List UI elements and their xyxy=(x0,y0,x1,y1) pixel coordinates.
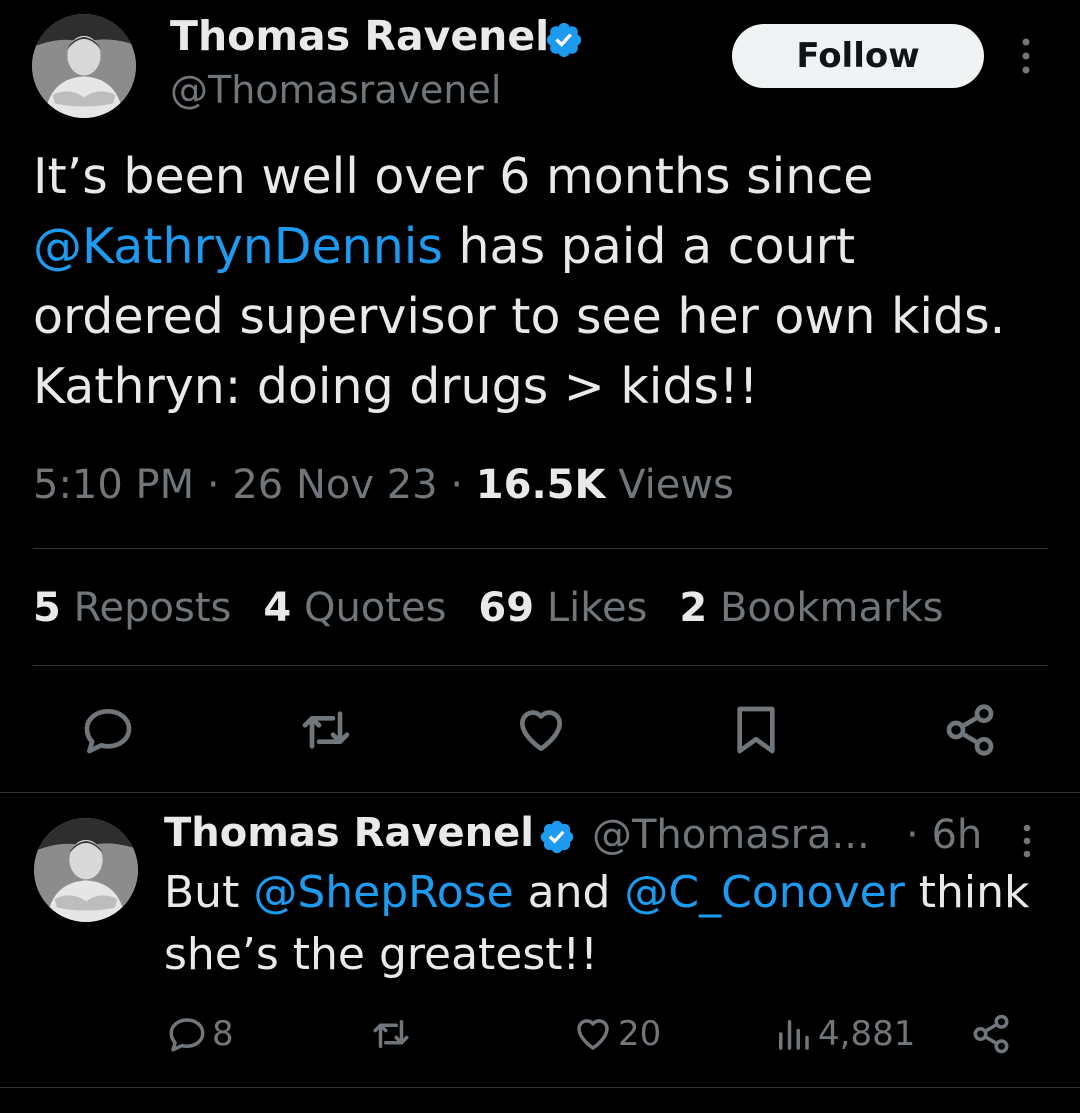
views-icon xyxy=(779,1020,809,1050)
likes-label: Likes xyxy=(546,585,648,631)
reply-views-button[interactable]: 4,881 xyxy=(772,1012,915,1056)
reposts-count: 5 xyxy=(33,585,61,631)
reply-author-avatar[interactable] xyxy=(34,818,138,922)
bookmark-icon[interactable] xyxy=(728,702,784,758)
verified-badge-icon xyxy=(544,20,584,60)
divider xyxy=(33,548,1048,549)
bookmarks-stat[interactable]: 2 Bookmarks xyxy=(679,585,943,631)
reply-count: 8 xyxy=(212,1014,234,1054)
reposts-stat[interactable]: 5 Reposts xyxy=(33,585,231,631)
author-handle[interactable]: @Thomasravenel xyxy=(170,68,501,112)
likes-count: 69 xyxy=(478,585,535,631)
more-options-icon[interactable] xyxy=(1016,822,1038,860)
like-icon xyxy=(577,1019,609,1050)
views-count: 16.5K xyxy=(475,462,606,508)
follow-button[interactable]: Follow xyxy=(732,24,984,88)
share-icon xyxy=(973,1014,1009,1054)
tweet-meta: 5:10 PM · 26 Nov 23 · 16.5K Views xyxy=(33,462,734,508)
bookmarks-label: Bookmarks xyxy=(719,585,944,631)
mention-link[interactable]: @C_Conover xyxy=(624,867,904,918)
reply-text: But @ShepRose and @C_Conover think she’s… xyxy=(164,862,1044,986)
repost-icon[interactable] xyxy=(298,702,354,758)
reposts-label: Reposts xyxy=(73,585,232,631)
tweet-date[interactable]: 26 Nov 23 xyxy=(232,462,437,508)
views-label: Views xyxy=(618,462,734,508)
view-count: 4,881 xyxy=(818,1014,916,1054)
reply-time: 6h xyxy=(931,812,983,858)
tweet-text-part: It’s been well over 6 months since xyxy=(33,148,874,205)
mention-link[interactable]: @ShepRose xyxy=(253,867,513,918)
reply-icon[interactable] xyxy=(80,702,136,758)
like-count: 20 xyxy=(618,1014,662,1054)
meta-separator: · xyxy=(206,462,220,508)
meta-separator: · xyxy=(450,462,464,508)
reply-author-handle[interactable]: @Thomasra... xyxy=(592,812,870,858)
repost-icon xyxy=(373,1020,409,1048)
reply-share-button[interactable] xyxy=(970,1012,1012,1056)
reply-repost-button[interactable] xyxy=(370,1012,412,1056)
tweet-text: It’s been well over 6 months since @Kath… xyxy=(33,142,1043,422)
reply-icon xyxy=(169,1018,205,1052)
more-options-icon[interactable] xyxy=(1014,36,1038,76)
quotes-label: Quotes xyxy=(303,585,447,631)
reply-timestamp[interactable]: · 6h xyxy=(906,812,982,858)
quotes-count: 4 xyxy=(263,585,292,631)
time-separator: · xyxy=(906,812,919,858)
reply-text-part: But xyxy=(164,867,254,918)
quotes-stat[interactable]: 4 Quotes xyxy=(263,585,446,631)
reply-reply-button[interactable]: 8 xyxy=(166,1012,234,1056)
divider xyxy=(0,792,1080,793)
divider xyxy=(0,1087,1080,1088)
verified-badge-icon xyxy=(538,818,576,856)
mention-link[interactable]: @KathrynDennis xyxy=(33,218,443,275)
bookmarks-count: 2 xyxy=(679,585,708,631)
like-icon[interactable] xyxy=(513,702,569,758)
likes-stat[interactable]: 69 Likes xyxy=(478,585,647,631)
reply-author-name[interactable]: Thomas Ravenel xyxy=(164,810,534,856)
author-name[interactable]: Thomas Ravenel xyxy=(170,12,549,60)
divider xyxy=(33,665,1048,666)
author-avatar[interactable] xyxy=(32,14,136,118)
reply-like-button[interactable]: 20 xyxy=(572,1012,661,1056)
tweet-time[interactable]: 5:10 PM xyxy=(33,462,194,508)
share-icon[interactable] xyxy=(942,702,998,758)
reply-text-part: and xyxy=(513,867,625,918)
engagement-stats: 5 Reposts 4 Quotes 69 Likes 2 Bookmarks xyxy=(33,585,975,631)
